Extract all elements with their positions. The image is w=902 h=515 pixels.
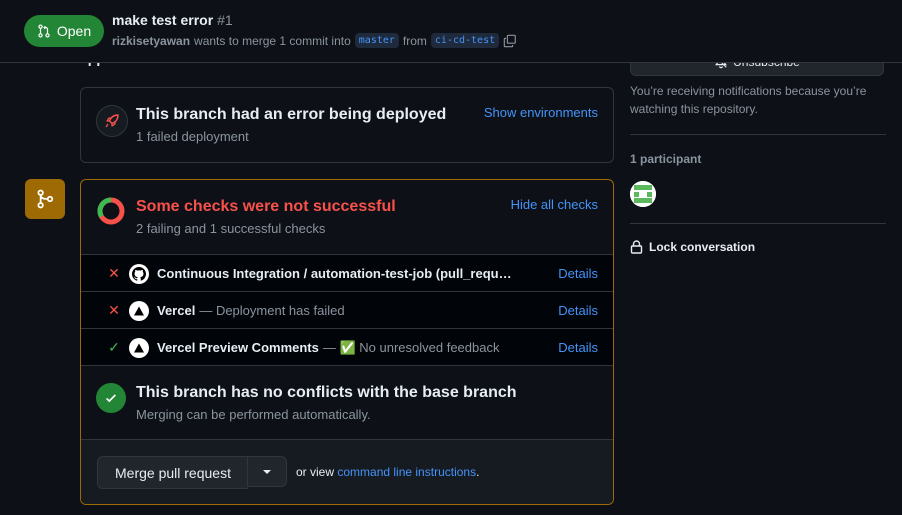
pr-title-text: make test error: [112, 12, 214, 28]
participants-count: 1 participant: [630, 152, 702, 166]
deployment-status-box: This branch had an error being deployed …: [80, 87, 614, 163]
conflicts-status: This branch has no conflicts with the ba…: [81, 365, 613, 440]
pull-request-icon: [38, 24, 50, 38]
check-details-link[interactable]: Details: [558, 266, 598, 281]
head-branch[interactable]: ci-cd-test: [430, 33, 500, 48]
lock-icon: [630, 240, 643, 254]
lock-conversation-link[interactable]: Lock conversation: [630, 240, 755, 254]
check-row: ✕ Vercel — Deployment has failed Details: [81, 291, 613, 329]
check-name: Vercel: [157, 303, 196, 318]
hide-all-checks-link[interactable]: Hide all checks: [511, 197, 598, 212]
check-name: Vercel Preview Comments: [157, 340, 319, 355]
check-name: Continuous Integration / automation-test…: [157, 266, 512, 281]
rocket-icon: [96, 105, 128, 137]
pr-number: #1: [217, 12, 233, 28]
merge-actions: Merge pull request or view command line …: [81, 439, 613, 504]
merge-text: wants to merge 1 commit into: [194, 33, 351, 48]
x-icon: ✕: [108, 265, 120, 281]
vercel-icon: [129, 300, 149, 321]
sidebar-divider: [630, 134, 886, 135]
pr-meta: rizkisetyawan wants to merge 1 commit in…: [112, 33, 517, 48]
deployment-title: This branch had an error being deployed: [136, 106, 447, 123]
triangle-down-icon: [263, 469, 271, 474]
github-icon: [129, 263, 149, 284]
check-circle-icon: [96, 383, 126, 413]
sticky-pr-header: Open make test error #1 rizkisetyawan wa…: [0, 0, 902, 63]
check-row: ✕ Continuous Integration / automation-te…: [81, 254, 613, 292]
author-link[interactable]: rizkisetyawan: [112, 34, 190, 48]
command-line-instructions-link[interactable]: command line instructions: [337, 465, 476, 479]
or-view-label: or view: [296, 465, 335, 479]
or-view-text: or view command line instructions.: [296, 465, 479, 479]
status-label: Open: [56, 23, 92, 39]
check-description: — ✅ No unresolved feedback: [322, 339, 500, 355]
check-details-link[interactable]: Details: [558, 340, 598, 355]
merge-method-dropdown[interactable]: [247, 456, 287, 487]
checks-subtitle: 2 failing and 1 successful checks: [136, 221, 326, 236]
base-branch[interactable]: master: [354, 33, 399, 48]
check-row: ✓ Vercel Preview Comments — ✅ No unresol…: [81, 328, 613, 366]
checks-title: Some checks were not successful: [136, 198, 396, 215]
check-description: — Deployment has failed: [199, 303, 345, 318]
status-badge: Open: [24, 15, 104, 47]
git-merge-icon: [25, 179, 65, 219]
copy-icon[interactable]: [503, 34, 517, 48]
period: .: [476, 465, 480, 479]
pr-title: make test error #1: [112, 12, 233, 28]
lock-label: Lock conversation: [649, 240, 756, 254]
sidebar-divider: [630, 223, 886, 224]
checks-donut-icon: [97, 197, 125, 225]
avatar[interactable]: [630, 181, 656, 207]
check-details-link[interactable]: Details: [558, 303, 598, 318]
checks-summary: Some checks were not successful 2 failin…: [81, 180, 613, 254]
from-text: from: [402, 33, 427, 48]
vercel-icon: [129, 337, 149, 358]
x-icon: ✕: [108, 302, 120, 318]
deployment-subtitle: 1 failed deployment: [136, 129, 249, 144]
notification-reason: You’re receiving notifications because y…: [630, 84, 867, 116]
conflicts-title: This branch has no conflicts with the ba…: [136, 384, 517, 401]
merge-pull-request-button[interactable]: Merge pull request: [97, 456, 248, 489]
show-environments-link[interactable]: Show environments: [484, 105, 598, 120]
conflicts-subtitle: Merging can be performed automatically.: [136, 407, 371, 422]
check-icon: ✓: [108, 339, 120, 355]
merge-checks-box: Some checks were not successful 2 failin…: [80, 179, 614, 505]
